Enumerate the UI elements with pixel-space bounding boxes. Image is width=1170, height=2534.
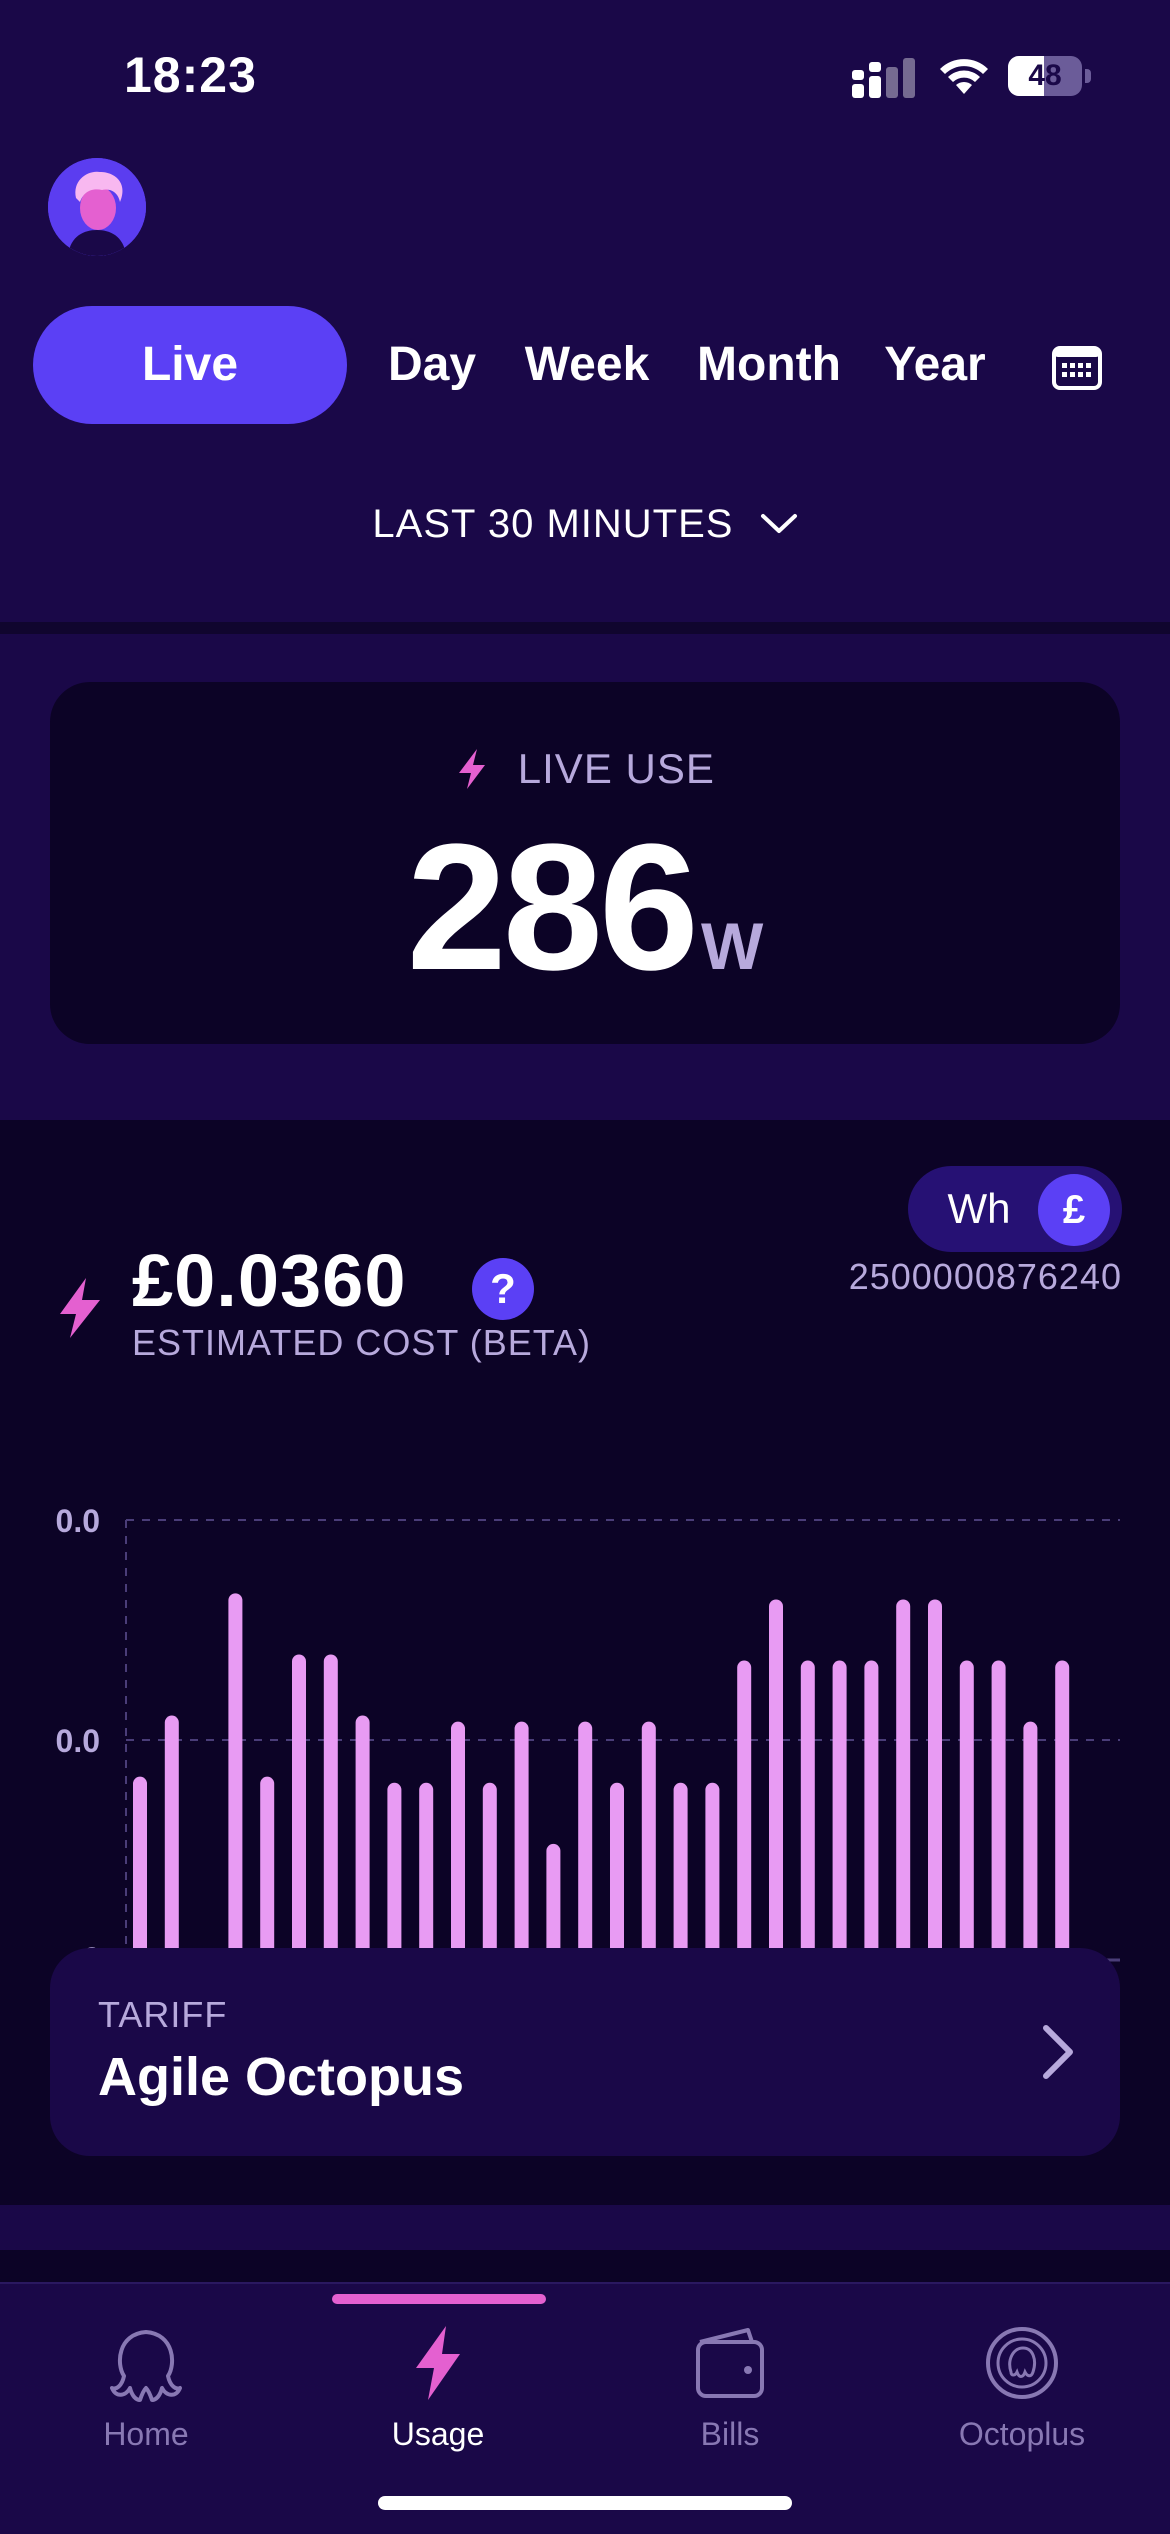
octopus-icon xyxy=(110,2330,182,2402)
tariff-card[interactable]: TARIFF Agile Octopus xyxy=(50,1948,1120,2156)
bolt-icon xyxy=(60,1278,100,1338)
avatar-image xyxy=(48,158,146,256)
battery-level: 48 xyxy=(1028,59,1062,92)
chart-bar xyxy=(355,1715,370,1960)
chevron-right-icon xyxy=(1043,2025,1073,2079)
chart-bar xyxy=(133,1776,147,1960)
nav-home[interactable]: Home xyxy=(26,2324,266,2464)
nav-bills-label: Bills xyxy=(700,2416,760,2452)
battery-icon: 48 xyxy=(1008,56,1092,96)
status-bar: 18:23 48 xyxy=(0,0,1170,150)
unit-toggle[interactable]: Wh £ xyxy=(908,1166,1122,1252)
chart-bar xyxy=(228,1593,243,1960)
chart-bar xyxy=(292,1654,306,1960)
battery-body: 48 xyxy=(1008,56,1082,96)
nav-usage[interactable]: Usage xyxy=(318,2324,558,2464)
chart-bar xyxy=(387,1782,402,1960)
chart-bar xyxy=(864,1660,879,1960)
active-tab-indicator xyxy=(332,2294,546,2304)
tab-year[interactable]: Year xyxy=(876,306,994,424)
chart-bar xyxy=(769,1599,783,1960)
y-tick-label: 0.0 xyxy=(56,1723,100,1759)
chart-bar xyxy=(514,1721,529,1960)
chart-bar xyxy=(323,1654,338,1960)
help-button[interactable]: ? xyxy=(472,1258,534,1320)
chart-bar xyxy=(1055,1660,1070,1960)
live-use-value: 286 xyxy=(406,807,699,1008)
chart-bar xyxy=(451,1721,465,1960)
chart-bar xyxy=(928,1599,942,1960)
meter-id: 2500000876240 xyxy=(848,1256,1122,1297)
wifi-icon xyxy=(940,59,988,94)
chart-bar xyxy=(705,1782,720,1960)
chart-bar xyxy=(673,1782,688,1960)
chart-bar xyxy=(896,1599,911,1960)
y-tick-label: 0.0 xyxy=(56,1503,100,1539)
divider xyxy=(0,622,1170,634)
live-use-unit: W xyxy=(701,909,764,983)
nav-octoplus[interactable]: Octoplus xyxy=(902,2324,1142,2464)
status-time: 18:23 xyxy=(124,47,257,103)
chart-bar xyxy=(419,1782,434,1960)
chart-bar xyxy=(737,1660,752,1960)
chart-bar xyxy=(546,1843,561,1960)
nav-usage-label: Usage xyxy=(391,2416,485,2452)
chart-bar xyxy=(991,1660,1006,1960)
chart-bar xyxy=(959,1660,974,1960)
chart-bar xyxy=(610,1782,624,1960)
wallet-icon xyxy=(696,2328,764,2398)
tariff-label: TARIFF xyxy=(98,1994,228,2035)
range-selector[interactable]: LAST 30 MINUTES xyxy=(0,500,1170,560)
tariff-name: Agile Octopus xyxy=(98,2047,465,2107)
estimated-cost-value: £0.0360 xyxy=(132,1239,407,1322)
cellular-signal-icon xyxy=(852,58,915,98)
octoplus-icon xyxy=(986,2327,1058,2399)
bolt-icon xyxy=(416,2326,460,2400)
range-label: LAST 30 MINUTES xyxy=(372,501,734,546)
tab-day[interactable]: Day xyxy=(370,306,494,424)
live-use-label: LIVE USE xyxy=(517,744,715,792)
chart-bar xyxy=(832,1660,847,1960)
bottom-strip xyxy=(0,2250,1170,2282)
chart-bar xyxy=(1023,1721,1038,1960)
nav-bills[interactable]: Bills xyxy=(610,2324,850,2464)
home-indicator xyxy=(378,2496,792,2510)
tab-month[interactable]: Month xyxy=(684,306,854,424)
chart-bar xyxy=(800,1660,815,1960)
unit-wh-option[interactable]: Wh xyxy=(914,1166,1044,1252)
live-use-reading: 286W xyxy=(50,804,1120,1011)
unit-gbp-option[interactable]: £ xyxy=(1038,1174,1110,1246)
chevron-down-icon xyxy=(760,514,797,534)
chart-bar xyxy=(482,1782,497,1960)
avatar[interactable] xyxy=(48,158,146,256)
estimated-cost-label: ESTIMATED COST (BETA) xyxy=(132,1322,592,1363)
chart-bar xyxy=(164,1715,179,1960)
chart-bar xyxy=(260,1776,275,1960)
tab-week[interactable]: Week xyxy=(512,306,662,424)
chart-bar xyxy=(641,1721,656,1960)
calendar-icon[interactable] xyxy=(1052,344,1102,390)
live-use-header: LIVE USE xyxy=(50,742,1120,793)
nav-octoplus-label: Octoplus xyxy=(958,2416,1086,2452)
bolt-icon xyxy=(459,748,486,789)
chart-bar xyxy=(578,1721,593,1960)
tab-live[interactable]: Live xyxy=(33,306,347,424)
nav-home-label: Home xyxy=(103,2416,189,2452)
period-tabs: Live Day Week Month Year xyxy=(0,306,1170,424)
battery-tip xyxy=(1085,69,1091,83)
live-use-card: LIVE USE 286W xyxy=(50,682,1120,1044)
